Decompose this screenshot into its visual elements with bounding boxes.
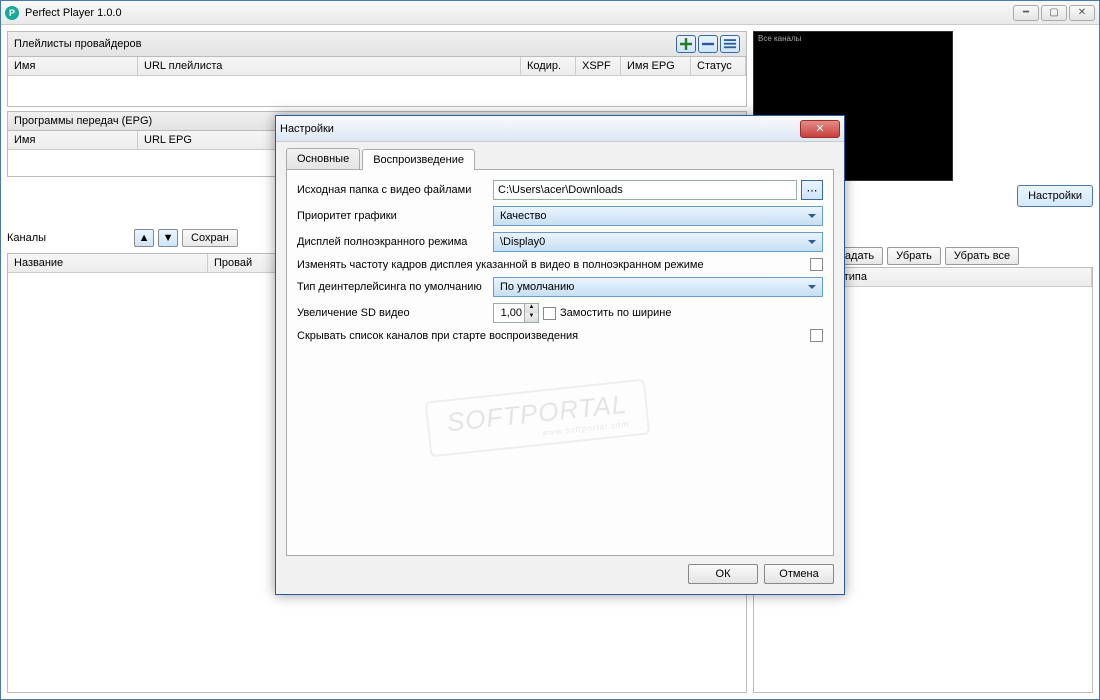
spin-up[interactable]: ▲ xyxy=(525,304,538,313)
add-playlist-button[interactable] xyxy=(676,35,696,53)
video-preview-label: Все каналы xyxy=(758,34,801,43)
hide-channels-checkbox[interactable] xyxy=(810,329,823,342)
cancel-button[interactable]: Отмена xyxy=(764,564,834,584)
channels-col-name: Название xyxy=(8,254,208,272)
playlist-menu-button[interactable] xyxy=(720,35,740,53)
epg-title: Программы передач (EPG) xyxy=(14,115,152,127)
change-framerate-checkbox[interactable] xyxy=(810,258,823,271)
graphics-priority-label: Приоритет графики xyxy=(297,210,487,222)
window-title: Perfect Player 1.0.0 xyxy=(25,7,122,19)
ok-button[interactable]: ОК xyxy=(688,564,758,584)
tab-playback[interactable]: Воспроизведение xyxy=(362,149,475,170)
sd-zoom-label: Увеличение SD видео xyxy=(297,307,487,319)
dialog-title: Настройки xyxy=(280,123,334,135)
change-framerate-label: Изменять частоту кадров дисплея указанно… xyxy=(297,259,804,271)
fullscreen-display-combo[interactable]: \Display0 xyxy=(493,232,823,252)
sd-zoom-input[interactable] xyxy=(494,306,524,320)
deinterlace-label: Тип деинтерлейсинга по умолчанию xyxy=(297,281,487,293)
close-button[interactable]: ✕ xyxy=(1069,5,1095,21)
tab-main[interactable]: Основные xyxy=(286,148,360,169)
browse-button[interactable]: ⋯ xyxy=(801,180,823,200)
logo-remove-button[interactable]: Убрать xyxy=(887,247,941,265)
channel-up-button[interactable]: ▲ xyxy=(134,229,154,247)
channel-down-button[interactable]: ▼ xyxy=(158,229,178,247)
settings-dialog: Настройки ✕ Основные Воспроизведение Исх… xyxy=(275,115,845,595)
tile-width-checkbox[interactable] xyxy=(543,307,556,320)
playlists-col-status: Статус xyxy=(691,57,746,75)
logo-removeall-button[interactable]: Убрать все xyxy=(945,247,1019,265)
main-titlebar: P Perfect Player 1.0.0 ━ ▢ ✕ xyxy=(1,1,1099,25)
deinterlace-combo[interactable]: По умолчанию xyxy=(493,277,823,297)
fullscreen-display-label: Дисплей полноэкранного режима xyxy=(297,236,487,248)
playlists-col-xspf: XSPF xyxy=(576,57,621,75)
dialog-close-button[interactable]: ✕ xyxy=(800,120,840,138)
graphics-priority-combo[interactable]: Качество xyxy=(493,206,823,226)
remove-playlist-button[interactable] xyxy=(698,35,718,53)
minimize-button[interactable]: ━ xyxy=(1013,5,1039,21)
playlists-col-name: Имя xyxy=(8,57,138,75)
playlists-col-epgname: Имя EPG xyxy=(621,57,691,75)
playlists-col-coding: Кодир. xyxy=(521,57,576,75)
playlists-title: Плейлисты провайдеров xyxy=(14,38,141,50)
app-icon: P xyxy=(5,6,19,20)
source-folder-label: Исходная папка с видео файлами xyxy=(297,184,487,196)
playlists-col-url: URL плейлиста xyxy=(138,57,521,75)
settings-button[interactable]: Настройки xyxy=(1017,185,1093,207)
hide-channels-label: Скрывать список каналов при старте воспр… xyxy=(297,330,804,342)
maximize-button[interactable]: ▢ xyxy=(1041,5,1067,21)
epg-col-name: Имя xyxy=(8,131,138,149)
source-folder-input[interactable] xyxy=(493,180,797,200)
playlists-panel: Плейлисты провайдеров Имя URL плейлиста … xyxy=(7,31,747,107)
spin-down[interactable]: ▼ xyxy=(525,313,538,322)
sd-zoom-spinner[interactable]: ▲▼ xyxy=(493,303,539,323)
tile-width-label: Замостить по ширине xyxy=(560,307,672,319)
channels-label: Каналы xyxy=(7,232,46,244)
save-channels-button[interactable]: Сохран xyxy=(182,229,238,247)
watermark: SOFTPORTAL www.softportal.com xyxy=(425,379,651,458)
